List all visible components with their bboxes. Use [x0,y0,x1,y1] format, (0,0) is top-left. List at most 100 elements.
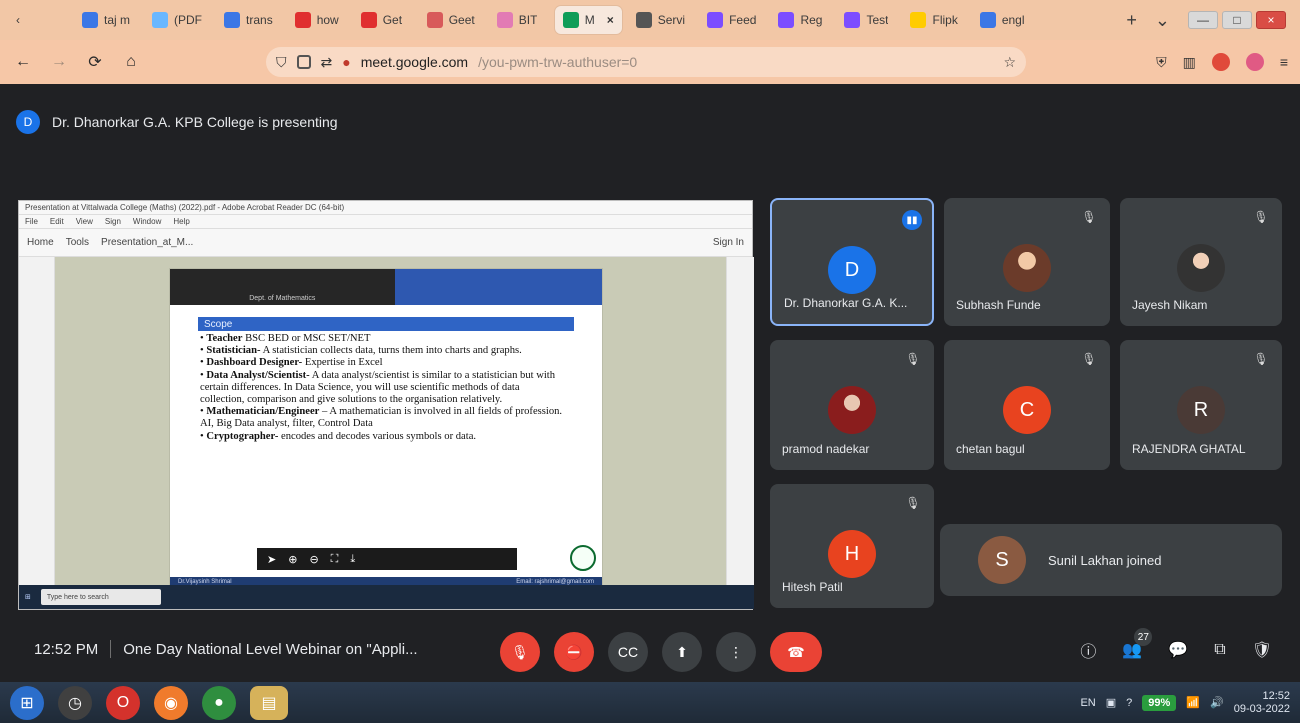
participant-tile-4[interactable]: 🎙 pramod nadekar [770,340,934,470]
camera-toggle-button[interactable]: ⛔ [554,632,594,672]
participant-tile-6[interactable]: 🎙 R RAJENDRA GHATAL [1120,340,1282,470]
permissions-icon[interactable]: ⇄ [321,54,333,71]
mic-indicator-icon[interactable]: ● [342,54,350,70]
tab-controls: + ⌄ — □ × [1126,10,1292,31]
language-indicator: EN [1080,696,1096,709]
tab-6[interactable]: Geet [419,6,483,34]
menu-icon[interactable]: ≡ [1280,54,1288,70]
form-icon [707,12,724,28]
back-icon[interactable]: ← [12,53,34,71]
join-toast: S Sunil Lakhan joined [940,524,1282,596]
opera-extension-icon[interactable] [1211,53,1230,71]
tab-active-meet[interactable]: M × [554,6,622,34]
tab-12[interactable]: Test [836,6,896,34]
browser-toolbar-right: ⛨ ▥ ≡ [1156,53,1288,71]
network-icon[interactable]: 📶 [1186,696,1200,709]
join-toast-text: Sunil Lakhan joined [1048,552,1162,568]
windows-start-button[interactable]: ⊞ [10,685,44,720]
tab-list-chevron-icon[interactable]: ⌄ [1155,10,1170,31]
bullet-6-bold: Cryptographer- [206,430,279,442]
adblock-extension-icon[interactable] [1245,53,1264,71]
tab-14[interactable]: engl [972,6,1033,34]
phone-hangup-icon: ☎ [787,643,805,660]
people-button[interactable]: 👥 27 [1122,628,1153,660]
participant-tile-2[interactable]: 🎙 Subhash Funde [944,198,1110,326]
clock-app-icon[interactable]: ◷ [58,685,92,720]
captions-button[interactable]: CC [608,632,648,672]
slide-header-right [394,269,602,305]
library-icon[interactable]: ▥ [1183,54,1196,71]
maximize-button[interactable]: □ [1222,11,1252,29]
participant-avatar-2 [1003,244,1051,292]
tab-7[interactable]: BIT [489,6,549,34]
mic-off-icon: 🎙 [511,643,529,660]
firefox-icon[interactable]: ◉ [154,685,188,720]
bookmark-star-icon[interactable]: ☆ [1003,54,1016,71]
tab-5[interactable]: Get [353,6,413,34]
google-icon [979,12,996,28]
tab-13[interactable]: Flipk [902,6,965,34]
participant-tile-3[interactable]: 🎙 Jayesh Nikam [1120,198,1282,326]
close-window-button[interactable]: × [1256,11,1286,29]
shared-start-icon: ⊞ [25,594,31,601]
flipkart-icon [910,12,927,28]
toolbar-home: Home [27,237,54,248]
tab-10[interactable]: Feed [699,6,764,34]
mic-toggle-button[interactable]: 🎙 [500,632,540,672]
fit-icon: ⛶ [330,552,339,565]
menu-view: View [75,217,93,226]
security-icon[interactable]: 🛡 [1252,640,1272,660]
tab-4[interactable]: how [287,6,347,34]
pocket-icon[interactable]: ⛨ [1156,54,1167,71]
browser-back-tabs-icon[interactable]: ‹ [8,6,68,34]
present-button[interactable]: ⬆ [662,632,702,672]
taskbar-clock[interactable]: 12:52 09-03-2022 [1234,690,1290,716]
bullet-5-bold: Mathematician/Engineer [206,406,320,418]
chat-icon[interactable]: 💬 [1168,640,1188,660]
slide-bullets: • Teacher BSC BED or MSC SET/NET • Stati… [200,333,566,443]
info-icon [635,12,652,28]
google-icon [224,12,241,28]
join-toast-avatar: S [978,536,1026,584]
home-icon[interactable]: ⌂ [120,53,142,71]
tray-app-icon[interactable]: ▣ [1106,696,1116,709]
speaking-indicator-icon: ▮▮ [902,210,922,230]
chrome-icon[interactable]: ● [202,685,236,720]
participant-avatar-7: H [828,530,876,578]
tab-2[interactable]: (PDF [144,6,210,34]
more-options-button[interactable]: ⋮ [716,632,756,672]
meeting-time: 12:52 PM [34,640,99,658]
participant-name-1: Dr. Dhanorkar G.A. K... [784,296,908,310]
minimize-button[interactable]: — [1188,11,1218,29]
mic-off-icon: 🎙 [1253,210,1269,224]
forward-icon[interactable]: → [48,53,70,71]
help-icon[interactable]: ? [1126,697,1132,709]
mic-off-icon: 🎙 [905,496,921,510]
address-bar[interactable]: ⛉ ⇄ ● meet.google.com/you-pwm-trw-authus… [266,47,1026,77]
system-tray: EN ▣ ? 99% 📶 🔊 12:52 09-03-2022 [1080,690,1290,716]
browser-navbar: ← → ⟳ ⌂ ⛉ ⇄ ● meet.google.com/you-pwm-tr… [0,40,1300,84]
tab-1[interactable]: taj m [74,6,138,34]
file-explorer-icon[interactable]: ▤ [250,685,288,720]
participant-name-5: chetan bagul [956,442,1025,456]
bullet-2-bold: Statistician- [206,345,261,357]
participant-tile-1[interactable]: ▮▮ D Dr. Dhanorkar G.A. K... [770,198,934,326]
info-icon[interactable]: ⓘ [1080,638,1096,662]
participant-tile-5[interactable]: 🎙 C chetan bagul [944,340,1110,470]
activities-icon[interactable]: ⧉ [1214,641,1225,659]
volume-icon[interactable]: 🔊 [1210,696,1224,709]
participant-tile-7[interactable]: 🎙 H Hitesh Patil [770,484,934,608]
reload-icon[interactable]: ⟳ [84,52,106,72]
new-tab-icon[interactable]: + [1126,10,1137,31]
tab-3[interactable]: trans [216,6,281,34]
bullet-2: • Statistician- A statistician collects … [200,345,522,357]
youtube-icon [294,12,311,28]
captions-icon: CC [617,644,639,660]
signin-text: Sign In [712,237,744,248]
close-tab-icon[interactable]: × [607,13,614,27]
people-count-badge: 27 [1134,628,1153,646]
leave-call-button[interactable]: ☎ [770,632,822,672]
opera-icon[interactable]: O [106,685,140,720]
tab-11[interactable]: Reg [770,6,830,34]
tab-9[interactable]: Servi [628,6,693,34]
